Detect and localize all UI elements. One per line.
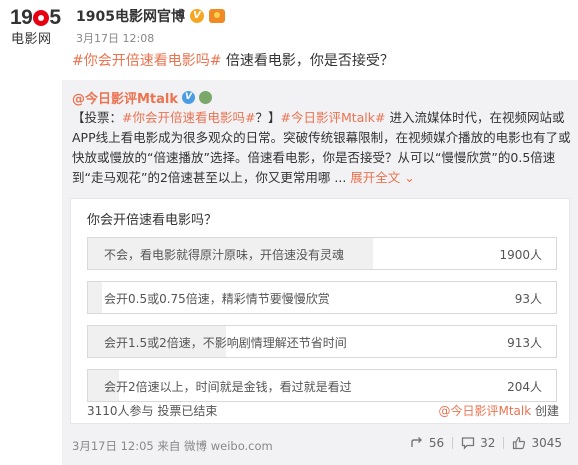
poll-summary: 3110人参与 投票已结束 xyxy=(87,404,218,418)
repost-author[interactable]: @今日影评Mtalk xyxy=(72,88,178,107)
poll-creator-suffix: 创建 xyxy=(531,404,559,418)
post-body: 倍速看电影，你是否接受？ xyxy=(221,53,394,69)
poll-option-count: 1900人 xyxy=(499,248,542,262)
poll-option[interactable]: 会开2倍速以上，时间就是金钱，看过就是看过 204人 xyxy=(87,369,557,402)
body-mid: ？】 xyxy=(255,110,281,125)
poll-option-bar xyxy=(88,282,103,313)
poll-option[interactable]: 不会，看电影就得原汁原味，开倍速没有灵魂 1900人 xyxy=(87,237,557,270)
like-button[interactable]: 3045 xyxy=(504,436,570,450)
logo-text: 电影网 xyxy=(11,32,52,47)
post-text: #你会开倍速看电影吗# 倍速看电影，你是否接受？ xyxy=(72,50,394,70)
author-name[interactable]: 1905电影网官博 xyxy=(76,6,185,26)
post-time[interactable]: 3月17日 12:08 xyxy=(76,30,154,46)
poll-option-label: 会开0.5或0.75倍速，精彩情节要慢慢欣赏 xyxy=(104,292,330,306)
body-prefix: 【投票： xyxy=(72,110,123,125)
poll-option[interactable]: 会开0.5或0.75倍速，精彩情节要慢慢欣赏 93人 xyxy=(87,281,557,314)
repost-author-line: @今日影评Mtalk V xyxy=(72,88,213,107)
poll-option-label: 会开2倍速以上，时间就是金钱，看过就是看过 xyxy=(104,380,352,394)
poll-creator-link[interactable]: @今日影评Mtalk xyxy=(438,404,531,418)
poll-title: 你会开倍速看电影吗？ xyxy=(87,213,218,228)
poll-option[interactable]: 会开1.5或2倍速，不影响剧情理解还节省时间 913人 xyxy=(87,325,557,358)
repost-button[interactable]: 56 xyxy=(402,436,452,450)
poll-option-label: 不会，看电影就得原汁原味，开倍速没有灵魂 xyxy=(104,248,345,262)
poll-option-count: 93人 xyxy=(514,292,542,306)
poll-creator: @今日影评Mtalk 创建 xyxy=(438,402,559,419)
like-count: 3045 xyxy=(531,436,562,450)
repost-count: 56 xyxy=(428,436,445,450)
share-icon xyxy=(411,437,422,447)
comment-icon xyxy=(462,437,475,450)
member-icon xyxy=(199,91,213,104)
comment-count: 32 xyxy=(480,436,496,450)
comment-button[interactable]: 32 xyxy=(453,436,503,450)
poll-option-count: 204人 xyxy=(507,380,542,394)
post-header: 19 5 电影网 1905电影网官博 V 3月17日 12:08 #你会开倍速看电… xyxy=(0,0,578,72)
topic-tag-poll[interactable]: #你会开倍速看电影吗# xyxy=(122,110,255,125)
poll-option-count: 913人 xyxy=(507,336,542,350)
medal-icon xyxy=(208,9,225,23)
verified-icon: V xyxy=(189,9,204,23)
poll-card: 你会开倍速看电影吗？ 不会，看电影就得原汁原味，开倍速没有灵魂 1900人 会开… xyxy=(70,198,570,424)
reposted-weibo: @今日影评Mtalk V 【投票：#你会开倍速看电影吗#？】#今日影评Mtalk… xyxy=(62,80,578,465)
expand-link[interactable]: 展开全文 ⌄ xyxy=(350,170,414,185)
logo-number: 19 5 xyxy=(10,6,61,29)
author-line: 1905电影网官博 V xyxy=(76,6,225,26)
action-bar: 56 32 3045 xyxy=(402,436,570,450)
topic-tag[interactable]: #你会开倍速看电影吗# xyxy=(72,53,221,69)
brand-logo[interactable]: 19 5 电影网 xyxy=(10,6,62,47)
repost-body: 【投票：#你会开倍速看电影吗#？】#今日影评Mtalk# 进入流媒体时代，在视频… xyxy=(72,108,572,188)
topic-tag-mtalk[interactable]: #今日影评Mtalk# xyxy=(280,110,385,125)
thumbs-up-icon xyxy=(513,436,526,450)
repost-meta[interactable]: 3月17日 12:05 来自 微博 weibo.com xyxy=(72,438,273,454)
verified-icon: V xyxy=(182,91,196,104)
poll-option-label: 会开1.5或2倍速，不影响剧情理解还节省时间 xyxy=(104,336,347,350)
